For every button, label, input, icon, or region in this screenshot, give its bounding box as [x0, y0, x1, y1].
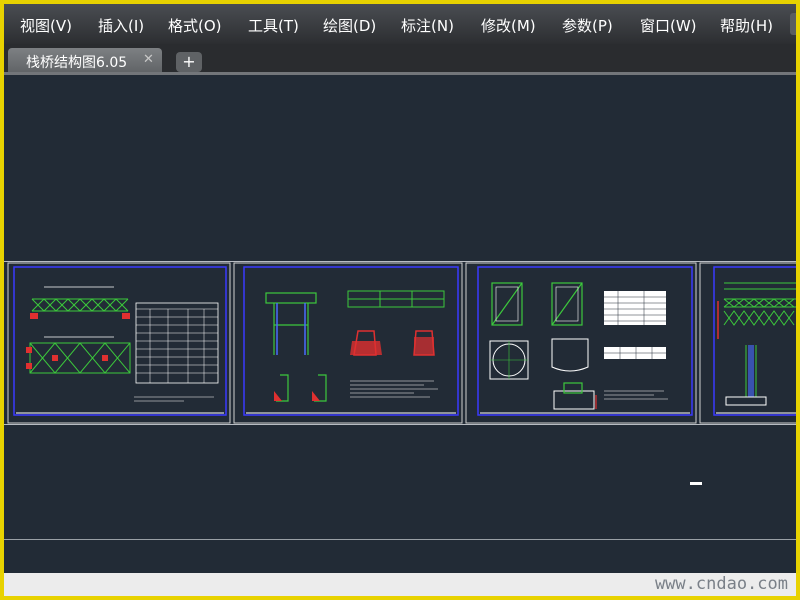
document-tab-label: 栈桥结构图6.05 — [26, 55, 128, 71]
menu-insert[interactable]: 插入(I) — [98, 15, 144, 36]
menu-format[interactable]: 格式(O) — [168, 15, 222, 36]
menu-tools[interactable]: 工具(T) — [248, 15, 299, 36]
app-window: 视图(V) 插入(I) 格式(O) 工具(T) 绘图(D) 标注(N) 修改(M… — [4, 4, 796, 596]
status-bar: www.cndao.com — [4, 573, 796, 596]
drawing-sheet-2[interactable] — [233, 262, 463, 424]
menu-draw[interactable]: 绘图(D) — [323, 15, 376, 36]
add-tab-button[interactable]: + — [176, 52, 202, 72]
drawing-canvas[interactable] — [4, 75, 796, 573]
menu-parameters[interactable]: 参数(P) — [562, 15, 613, 36]
watermark-text: www.cndao.com — [654, 574, 788, 594]
menu-bar: 视图(V) 插入(I) 格式(O) 工具(T) 绘图(D) 标注(N) 修改(M… — [4, 4, 796, 44]
document-tab-bar: 栈桥结构图6.05 ✕ + — [4, 44, 796, 74]
drawing-sheets — [7, 262, 796, 424]
menu-view[interactable]: 视图(V) — [20, 15, 72, 36]
close-icon[interactable]: ✕ — [143, 52, 154, 67]
menu-dimension[interactable]: 标注(N) — [401, 15, 454, 36]
drawing-sheet-4[interactable] — [699, 262, 796, 424]
cursor-marker — [690, 482, 702, 485]
drawing-sheet-1[interactable] — [7, 262, 231, 424]
document-tab-active[interactable]: 栈桥结构图6.05 ✕ — [8, 48, 162, 74]
menu-window[interactable]: 窗口(W) — [640, 15, 697, 36]
menu-help[interactable]: 帮助(H) — [720, 15, 773, 36]
drawing-sheet-3[interactable] — [465, 262, 697, 424]
menu-overflow-handle[interactable] — [790, 13, 796, 35]
menu-modify[interactable]: 修改(M) — [481, 15, 536, 36]
